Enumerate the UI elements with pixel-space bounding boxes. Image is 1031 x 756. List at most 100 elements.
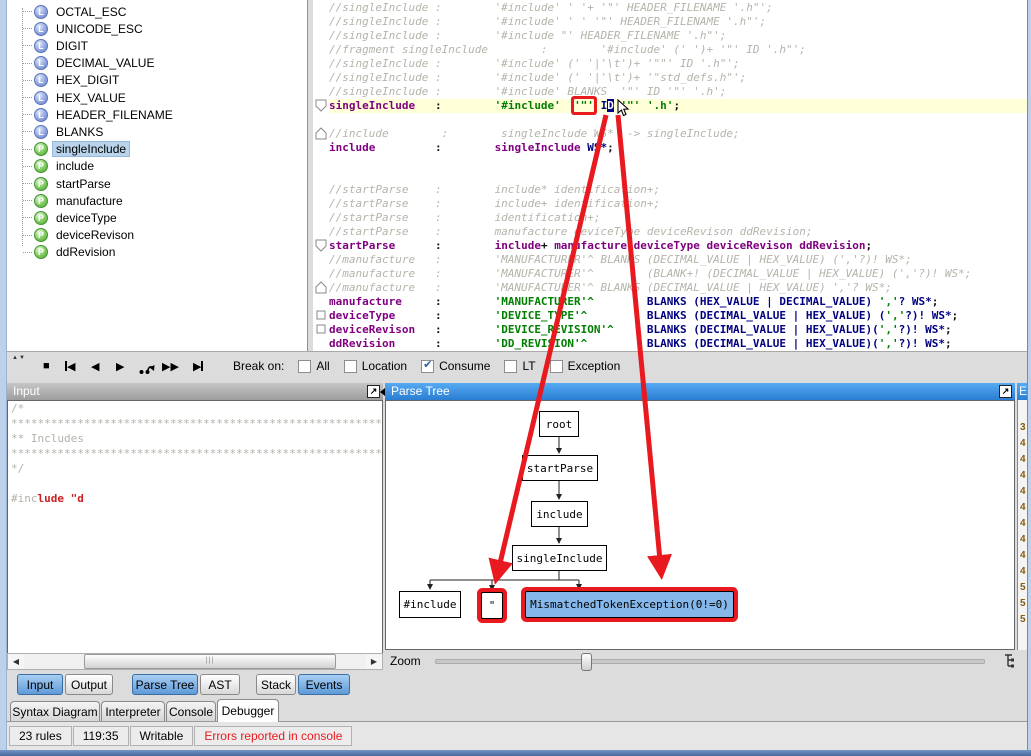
rule-tree-item[interactable]: L HEX_DIGIT (7, 72, 122, 89)
exception-tree-node[interactable]: MismatchedTokenException(0!=0) (525, 591, 734, 618)
parse-tree-node[interactable]: startParse (522, 455, 598, 481)
tab-interpreter[interactable]: Interpreter (101, 701, 165, 721)
editor-line[interactable]: ddRevision : 'DD_REVISION'^ BLANKS (DECI… (329, 337, 1027, 351)
editor-line[interactable]: //singleInclude : '#include' BLANKS '"' … (329, 85, 1027, 99)
scroll-left-icon[interactable]: ◀ (8, 654, 24, 669)
rule-tree-item-label[interactable]: deviceType (53, 211, 120, 225)
toggle-button-events[interactable]: Events (298, 674, 350, 695)
zoom-slider[interactable] (434, 652, 986, 671)
editor-line[interactable]: startParse : include+ manufacture device… (329, 239, 1027, 253)
editor-line[interactable]: include : singleInclude WS*; (329, 141, 1027, 155)
rule-fold-marker[interactable] (315, 323, 327, 341)
events-panel-sliver[interactable]: E 3 4 4 4 4 4 4 4 4 4 5 5 5 (1017, 383, 1027, 671)
rule-tree-item[interactable]: L UNICODE_ESC (7, 20, 146, 37)
rule-tree-item[interactable]: L HEADER_FILENAME (7, 106, 176, 123)
editor-line[interactable]: singleInclude : '#include' '"' ID '"' '.… (329, 99, 1027, 113)
toggle-button-output[interactable]: Output (65, 674, 113, 695)
rule-tree-item[interactable]: L HEX_VALUE (7, 89, 129, 106)
rule-tree-item[interactable]: Pmanufacture (7, 192, 126, 209)
editor-line[interactable]: //manufacture : 'MANUFACTURER'^ BLANKS (… (329, 253, 1027, 267)
toggle-button-ast[interactable]: AST (200, 674, 240, 695)
editor-line[interactable]: //singleInclude : '#include' (' '|'\t')+… (329, 57, 1027, 71)
parse-tree-node[interactable]: #include (399, 591, 461, 618)
rule-fold-marker[interactable] (315, 281, 327, 299)
grammar-editor[interactable]: //singleInclude : '#include' ' '+ '"' HE… (313, 0, 1027, 351)
editor-line[interactable]: //include : singleInclude WS* -> singleI… (329, 127, 1027, 141)
rule-tree-item-label[interactable]: manufacture (53, 194, 126, 208)
editor-line[interactable]: //startParse : identification+; (329, 211, 1027, 225)
rule-fold-marker[interactable] (315, 239, 327, 257)
rule-tree-item-label[interactable]: OCTAL_ESC (53, 5, 129, 19)
tree-layout-icon[interactable] (1001, 653, 1015, 669)
rule-fold-marker[interactable] (315, 127, 327, 145)
rule-tree-item[interactable]: PdeviceType (7, 209, 120, 226)
checkbox-icon[interactable] (298, 359, 312, 373)
editor-line[interactable]: //singleInclude : '#include' ' '+ '"' HE… (329, 1, 1027, 15)
play-button[interactable]: ▶ (116, 360, 124, 373)
scroll-right-icon[interactable]: ▶ (366, 654, 382, 669)
parse-tree-node[interactable]: root (539, 411, 579, 437)
rule-tree-item[interactable]: L DECIMAL_VALUE (7, 55, 157, 72)
toggle-button-stack[interactable]: Stack (256, 674, 296, 695)
editor-line[interactable] (329, 113, 1027, 127)
editor-line[interactable]: deviceType : 'DEVICE_TYPE'^ BLANKS (DECI… (329, 309, 1027, 323)
detach-input-icon[interactable]: ↗ (367, 385, 380, 398)
rule-tree-item[interactable]: PddRevision (7, 244, 118, 261)
editor-code[interactable]: //singleInclude : '#include' ' '+ '"' HE… (329, 1, 1027, 351)
rule-tree-item-label[interactable]: HEX_DIGIT (53, 73, 122, 87)
break-on-checkbox-all[interactable]: All (298, 359, 330, 373)
tab-syntax-diagram[interactable]: Syntax Diagram (10, 701, 100, 721)
editor-line[interactable]: //singleInclude : '#include "' HEADER_FI… (329, 29, 1027, 43)
rule-tree-item[interactable]: L BLANKS (7, 123, 106, 140)
rule-tree-item-label[interactable]: singleInclude (51, 141, 131, 158)
input-line[interactable]: /* (8, 401, 382, 416)
rule-tree-item[interactable]: PstartParse (7, 175, 114, 192)
input-line[interactable]: ****************************************… (8, 416, 382, 431)
input-horizontal-scrollbar[interactable]: ◀ ||| ▶ (7, 653, 383, 670)
rule-tree-item-label[interactable]: HEADER_FILENAME (53, 108, 176, 122)
editor-line[interactable]: //manufacture : 'MANUFACTURER'^ BLANKS (… (329, 281, 1027, 295)
input-text-area[interactable]: /* **************************************… (7, 400, 383, 654)
checkbox-icon[interactable] (421, 358, 435, 373)
parse-tree-canvas[interactable]: root startParse include singleInclude #inclu… (385, 400, 1015, 650)
rule-tree-item-label[interactable]: HEX_VALUE (53, 91, 129, 105)
editor-line[interactable]: //manufacture : 'MANUFACTURER'^ (BLANK+!… (329, 267, 1027, 281)
zoom-slider-thumb[interactable] (580, 652, 592, 671)
editor-line[interactable]: //singleInclude : '#include' ' ' '"' HEA… (329, 15, 1027, 29)
editor-line[interactable]: deviceRevison : 'DEVICE_REVISION'^ BLANK… (329, 323, 1027, 337)
checkbox-icon[interactable] (343, 359, 357, 373)
go-to-end-button[interactable]: ▶ (193, 360, 204, 373)
toggle-button-input[interactable]: Input (17, 674, 63, 695)
input-line[interactable]: ** Includes (8, 431, 382, 446)
rule-tree-item-label[interactable]: ddRevision (53, 245, 118, 259)
editor-line[interactable]: //startParse : include* identification+; (329, 183, 1027, 197)
rule-tree-item-label[interactable]: DECIMAL_VALUE (53, 56, 157, 70)
input-line[interactable] (8, 476, 382, 491)
parse-tree-node[interactable]: singleInclude (512, 545, 607, 571)
rule-tree-item[interactable]: Pinclude (7, 158, 97, 175)
editor-line[interactable]: //startParse : manufacture deviceType de… (329, 225, 1027, 239)
rule-tree-item[interactable]: L OCTAL_ESC (7, 3, 129, 20)
input-line[interactable]: ****************************************… (8, 446, 382, 461)
fast-forward-button[interactable]: ▶▶ (162, 360, 179, 373)
go-to-start-button[interactable]: ◀ (65, 360, 75, 373)
input-line[interactable]: */ (8, 461, 382, 476)
step-back-button[interactable]: ◀ (91, 360, 99, 373)
editor-line[interactable] (329, 155, 1027, 169)
tab-console[interactable]: Console (166, 701, 216, 721)
break-on-checkbox-consume[interactable]: Consume (421, 358, 490, 373)
checkbox-icon[interactable] (504, 359, 518, 373)
editor-line[interactable]: //singleInclude : '#include' (' '|'\t')+… (329, 71, 1027, 85)
rule-tree-item[interactable]: PdeviceRevison (7, 227, 137, 244)
rule-fold-marker[interactable] (315, 99, 327, 117)
rule-tree-item-label[interactable]: deviceRevison (53, 228, 137, 242)
rule-tree-item-label[interactable]: UNICODE_ESC (53, 22, 146, 36)
editor-line[interactable]: //startParse : include+ identification+; (329, 197, 1027, 211)
stop-button[interactable]: ■ (43, 360, 50, 372)
break-on-checkbox-exception[interactable]: Exception (549, 359, 620, 373)
editor-line[interactable]: //fragment singleInclude : '#include' ('… (329, 43, 1027, 57)
scrollbar-thumb[interactable]: ||| (84, 654, 336, 669)
rule-tree-item-label[interactable]: DIGIT (53, 39, 91, 53)
parse-tree-node[interactable]: " (481, 592, 503, 619)
checkbox-icon[interactable] (549, 359, 563, 373)
